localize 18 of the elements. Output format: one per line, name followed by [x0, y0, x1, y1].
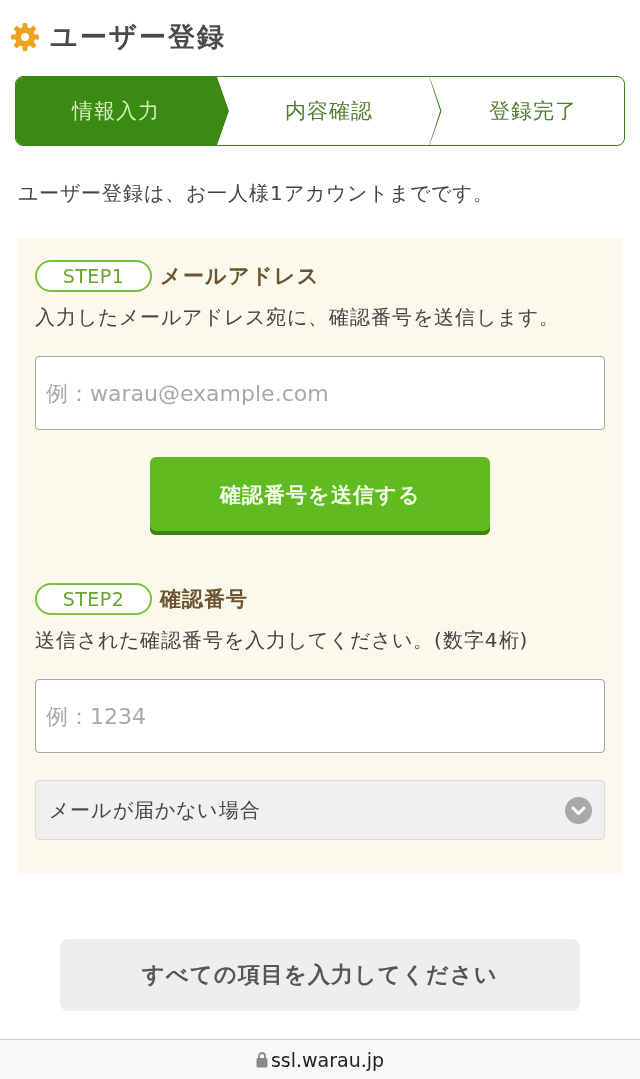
gear-icon [10, 22, 40, 52]
step-tab[interactable]: 情報入力 [16, 77, 229, 145]
step-tab[interactable]: 登録完了 [441, 77, 624, 145]
url-text: ssl.warau.jp [270, 1048, 385, 1071]
section-title: 確認番号 [160, 586, 248, 613]
step-badge: STEP1 [35, 260, 152, 292]
section-title: メールアドレス [160, 263, 320, 290]
page-title: ユーザー登録 [50, 20, 226, 54]
section-description: 送信された確認番号を入力してください。(数字4桁) [35, 627, 530, 653]
notice-text: ユーザー登録は、お一人様1アカウントまでです。 [18, 180, 495, 206]
step-tab[interactable]: 内容確認 [228, 77, 442, 145]
step-badge: STEP2 [35, 583, 152, 615]
lock-icon [255, 1051, 268, 1068]
input-field[interactable]: 例：warau@example.com [35, 356, 605, 430]
help-dropdown[interactable]: メールが届かない場合 [35, 780, 605, 840]
section-description: 入力したメールアドレス宛に、確認番号を送信します。 [35, 304, 561, 330]
dropdown-label: メールが届かない場合 [49, 796, 261, 824]
input-field[interactable]: 例：1234 [35, 679, 605, 753]
